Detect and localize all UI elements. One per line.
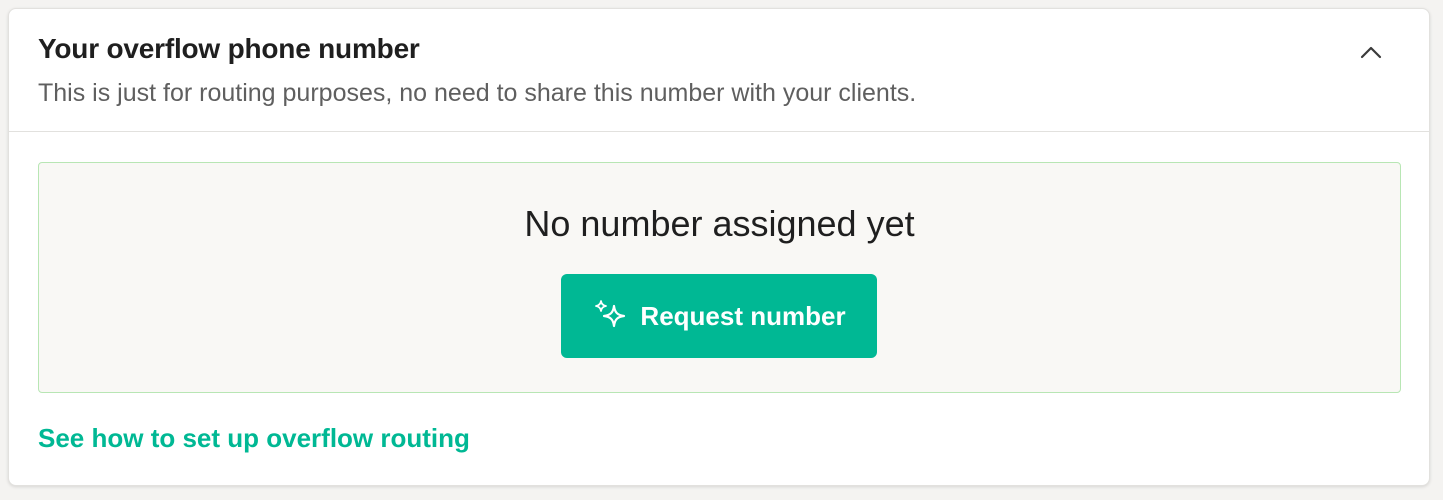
card-subtitle: This is just for routing purposes, no ne…	[38, 79, 917, 107]
overflow-routing-help-link[interactable]: See how to set up overflow routing	[38, 423, 470, 454]
empty-state-title: No number assigned yet	[524, 203, 915, 244]
overflow-number-card: Your overflow phone number This is just …	[8, 8, 1430, 486]
card-title: Your overflow phone number	[38, 33, 420, 64]
card-header: Your overflow phone number This is just …	[9, 9, 1429, 132]
sparkle-icon	[592, 297, 630, 335]
request-number-label: Request number	[640, 300, 846, 331]
empty-state-panel: No number assigned yet Request number	[38, 162, 1401, 393]
collapse-toggle-button[interactable]	[1352, 33, 1390, 71]
request-number-button[interactable]: Request number	[561, 274, 877, 358]
chevron-up-icon	[1360, 46, 1382, 59]
